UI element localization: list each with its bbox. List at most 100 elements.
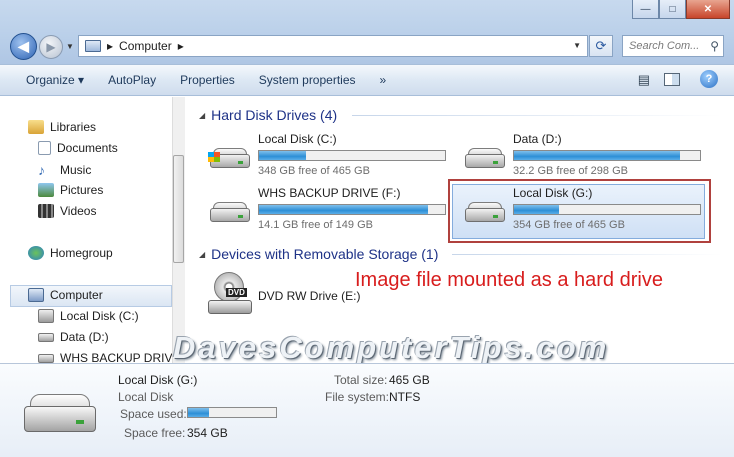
sidebar-item-label: Libraries [50,120,97,134]
drive-name: WHS BACKUP DRIVE (F:) [258,186,401,200]
drive-tile-f[interactable]: WHS BACKUP DRIVE (F:) 14.1 GB free of 14… [204,184,454,232]
breadcrumb-separator-end[interactable]: ▸ [178,39,184,53]
sidebar-item-videos[interactable]: Videos [38,204,96,218]
forward-arrow-icon: ▶ [46,40,56,54]
sidebar-item-label: Data (D:) [60,330,109,344]
more-commands-button[interactable]: » [368,73,399,87]
drive-usage-fill [259,205,429,214]
back-arrow-icon: ◀ [18,38,29,54]
pictures-icon [38,183,54,197]
sidebar-item-music[interactable]: ♪ Music [38,162,91,178]
hard-drive-icon [465,148,505,172]
details-file-system-label: File system: [325,390,390,404]
libraries-folder-icon [28,120,44,134]
address-dropdown-icon[interactable]: ▼ [573,41,581,50]
hard-drive-icon [38,332,54,342]
navigation-pane [0,97,172,363]
group-header-hard-disk-drives[interactable]: ◢ Hard Disk Drives (4) [199,107,337,123]
recent-pages-dropdown[interactable]: ▼ [66,42,74,51]
search-placeholder: Search Com... [629,40,700,52]
watermark-text: DavesComputerTips.com [173,330,610,365]
dvd-drive-icon: DVD [206,272,254,318]
details-drive-name: Local Disk (G:) [118,373,198,387]
breadcrumb-separator[interactable]: ▸ [107,39,113,53]
preview-pane-toggle[interactable] [664,73,680,86]
refresh-icon: ⟳ [595,38,607,53]
details-space-used-fill [188,408,210,417]
hard-drive-icon [38,353,54,363]
details-space-used-label: Space used: [120,407,187,421]
computer-icon [85,40,101,52]
drive-name: Data (D:) [513,132,562,146]
sidebar-item-label: Pictures [60,183,104,197]
sidebar-item-libraries[interactable]: Libraries [28,120,96,134]
sidebar-item-local-c[interactable]: Local Disk (C:) [38,309,139,323]
drive-usage-bar [513,150,701,161]
drive-name: DVD RW Drive (E:) [258,289,361,303]
back-button[interactable]: ◀ [10,33,37,60]
film-strip-icon [38,204,54,218]
sidebar-item-label: Computer [50,288,103,302]
minimize-button[interactable]: — [632,0,659,19]
selected-drive-large-icon [24,392,96,438]
organize-button[interactable]: Organize ▾ [14,73,96,87]
collapse-triangle-icon[interactable]: ◢ [199,250,205,259]
maximize-button[interactable]: □ [659,0,686,19]
group-header-label: Hard Disk Drives (4) [211,107,338,123]
drive-free-space: 32.2 GB free of 298 GB [513,165,628,177]
drive-name: Local Disk (C:) [258,132,337,146]
window-controls: — □ ✕ [632,0,730,20]
search-input[interactable]: Search Com... ⚲ [622,35,724,57]
close-button[interactable]: ✕ [686,0,730,19]
details-drive-type: Local Disk [118,390,174,404]
computer-icon [28,288,44,302]
breadcrumb-computer[interactable]: Computer [119,39,172,53]
dvd-label: DVD [226,288,247,297]
change-view-icon[interactable]: ▤ [638,72,650,88]
group-header-removable-storage[interactable]: ◢ Devices with Removable Storage (1) [199,246,438,262]
address-bar[interactable]: ▸ Computer ▸ ▼ [78,35,588,57]
drive-usage-fill [514,151,680,160]
homegroup-icon [28,246,44,260]
details-file-system-value: NTFS [389,390,421,404]
help-icon[interactable]: ? [700,70,718,88]
annotation-highlight-box [448,179,711,243]
group-divider [352,115,722,116]
details-total-size-value: 465 GB [389,373,430,387]
sidebar-item-label: Documents [57,141,118,155]
command-bar: Organize ▾ AutoPlay Properties System pr… [0,64,734,96]
autoplay-button[interactable]: AutoPlay [96,73,168,87]
details-space-used-bar [187,407,277,418]
refresh-button[interactable]: ⟳ [589,35,613,57]
search-icon[interactable]: ⚲ [710,39,719,53]
drive-usage-bar [258,150,446,161]
documents-icon [38,141,51,155]
sidebar-item-label: Videos [60,204,97,218]
sidebar-item-pictures[interactable]: Pictures [38,183,103,197]
group-header-label: Devices with Removable Storage (1) [211,246,439,262]
details-total-size-label: Total size: [334,373,388,387]
music-note-icon: ♪ [38,162,45,178]
sidebar-item-label: Homegroup [50,246,113,260]
forward-button[interactable]: ▶ [39,35,63,59]
drive-usage-bar [258,204,446,215]
system-properties-button[interactable]: System properties [247,73,368,87]
collapse-triangle-icon[interactable]: ◢ [199,111,205,120]
sidebar-item-homegroup[interactable]: Homegroup [28,246,113,260]
group-divider [452,254,722,255]
drive-tile-c[interactable]: Local Disk (C:) 348 GB free of 465 GB [204,130,454,178]
details-space-free-value: 354 GB [187,426,228,440]
sidebar-item-label: Music [60,163,92,177]
drive-free-space: 348 GB free of 465 GB [258,165,370,177]
drive-usage-fill [259,151,306,160]
hard-drive-icon [210,202,250,226]
properties-button[interactable]: Properties [168,73,247,87]
sidebar-item-computer[interactable]: Computer [28,288,103,302]
nav-scrollbar-thumb[interactable] [173,155,184,263]
sidebar-item-label: Local Disk (C:) [60,309,139,323]
sidebar-item-documents[interactable]: Documents [38,141,118,155]
drive-tile-d[interactable]: Data (D:) 32.2 GB free of 298 GB [459,130,709,178]
details-space-free-label: Space free: [124,426,186,440]
windows-drive-icon [38,309,54,323]
sidebar-item-data-d[interactable]: Data (D:) [38,330,109,344]
